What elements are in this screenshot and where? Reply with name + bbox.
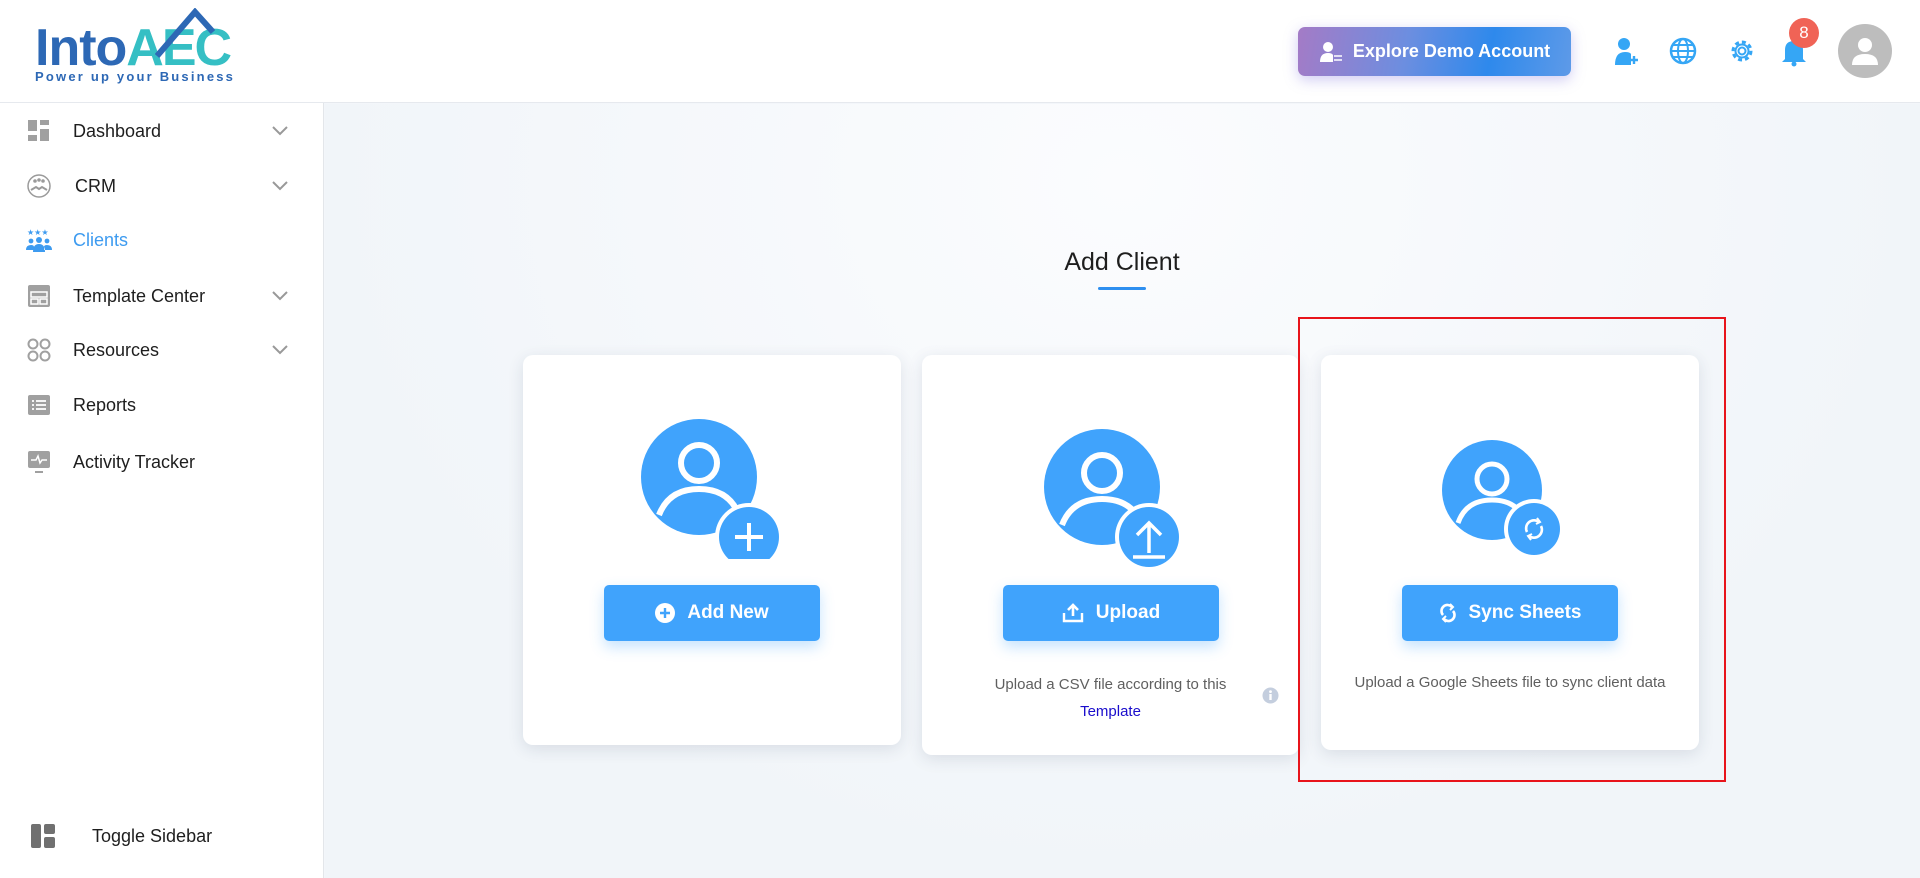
upload-button[interactable]: Upload xyxy=(1003,585,1219,641)
demo-label: Explore Demo Account xyxy=(1352,41,1551,61)
handshake-icon xyxy=(26,173,52,199)
explore-demo-button[interactable]: Explore Demo Account xyxy=(1298,27,1571,76)
sidebar-item-reports[interactable]: Reports xyxy=(0,382,323,428)
sidebar: Dashboard CRM ★★★ Clients Template Cente… xyxy=(0,103,324,878)
sidebar-item-clients[interactable]: ★★★ Clients xyxy=(0,217,323,263)
sidebar-item-dashboard[interactable]: Dashboard xyxy=(0,108,323,154)
logo-tagline: Power up your Business xyxy=(35,69,236,84)
chevron-down-icon xyxy=(272,126,288,136)
chevron-down-icon xyxy=(272,345,288,355)
dashboard-icon xyxy=(26,118,52,144)
resources-icon xyxy=(26,337,52,363)
sidebar-item-activity-tracker[interactable]: Activity Tracker xyxy=(0,439,323,485)
sidebar-item-label: CRM xyxy=(75,175,116,196)
toggle-sidebar-button[interactable]: Toggle Sidebar xyxy=(0,813,323,859)
user-switch-icon xyxy=(1319,41,1342,62)
highlight-box xyxy=(1298,317,1726,782)
chevron-down-icon xyxy=(272,291,288,301)
sidebar-item-resources[interactable]: Resources xyxy=(0,327,323,373)
user-add-illustration-icon xyxy=(641,419,779,559)
upload-desc-text: Upload a CSV file according to this xyxy=(994,676,1227,693)
sidebar-item-label: Dashboard xyxy=(73,120,162,141)
sidebar-item-label: Template Center xyxy=(73,285,206,306)
sidebar-layout-icon xyxy=(30,823,56,849)
upload-card: Upload Upload a CSV file according to th… xyxy=(922,355,1299,755)
add-new-button[interactable]: Add New xyxy=(604,585,820,641)
user-icon xyxy=(1852,38,1878,65)
upload-icon xyxy=(1062,603,1083,623)
toggle-sidebar-label: Toggle Sidebar xyxy=(92,825,213,846)
upload-description: Upload a CSV file according to this Temp… xyxy=(942,671,1279,725)
page-title: Add Client xyxy=(1064,248,1180,276)
add-new-card: Add New xyxy=(523,355,901,745)
logo[interactable]: IntoAEC Power up your Business xyxy=(35,8,245,88)
chevron-down-icon xyxy=(272,181,288,191)
sidebar-item-template-center[interactable]: Template Center xyxy=(0,273,323,319)
template-icon xyxy=(26,283,52,309)
button-label: Upload xyxy=(1095,602,1161,623)
activity-icon xyxy=(26,449,52,475)
user-upload-illustration-icon xyxy=(1044,429,1183,569)
settings-gear-icon[interactable] xyxy=(1726,35,1758,67)
button-label: Add New xyxy=(687,602,769,623)
svg-text:★★★: ★★★ xyxy=(27,228,49,237)
info-icon[interactable] xyxy=(1262,687,1279,704)
add-user-icon[interactable] xyxy=(1611,35,1643,67)
sidebar-item-label: Activity Tracker xyxy=(73,451,196,472)
sidebar-item-label: Clients xyxy=(73,229,129,250)
sidebar-item-label: Reports xyxy=(73,394,137,415)
clients-icon: ★★★ xyxy=(26,227,52,253)
notification-badge: 8 xyxy=(1789,18,1819,48)
logo-roof-icon xyxy=(155,8,215,58)
sidebar-item-label: Resources xyxy=(73,339,160,360)
title-underline xyxy=(1098,287,1146,290)
sidebar-item-crm[interactable]: CRM xyxy=(0,163,323,209)
user-avatar[interactable] xyxy=(1838,24,1892,78)
globe-icon[interactable] xyxy=(1667,35,1699,67)
top-header: IntoAEC Power up your Business Explore D… xyxy=(0,0,1920,103)
template-link[interactable]: Template xyxy=(1080,703,1141,720)
reports-icon xyxy=(26,392,52,418)
plus-circle-icon xyxy=(655,603,676,623)
